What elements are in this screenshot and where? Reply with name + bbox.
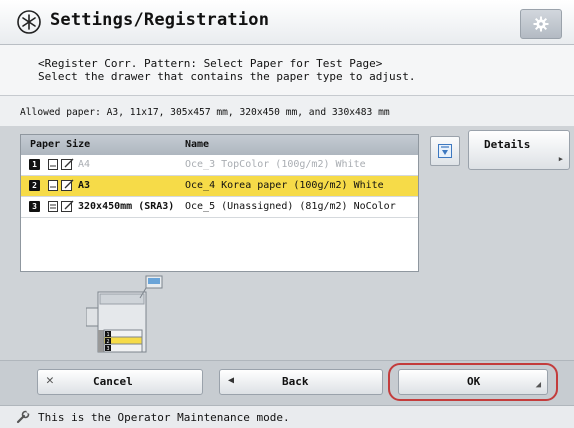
details-button[interactable]: Details ▶ [468, 130, 570, 170]
printer-drawer-label: 3 [106, 346, 109, 352]
printer-drawer-label: 2 [106, 339, 109, 345]
chevron-right-icon: ▶ [558, 155, 563, 163]
printer-illustration: 1 2 3 [86, 275, 163, 353]
title-bar: Settings/Registration [0, 0, 574, 45]
drawer-row-1[interactable]: 1 A4 Oce_3 TopColor (100g/m2) White [21, 155, 418, 176]
instruction-line-1: <Register Corr. Pattern: Select Paper fo… [38, 57, 383, 70]
gear-icon [533, 16, 549, 32]
settings-app-icon [17, 10, 41, 34]
cancel-button[interactable]: ✕ Cancel [37, 369, 203, 395]
paper-size: A3 [78, 180, 91, 191]
allowed-paper-text: Allowed paper: A3, 11x17, 305x457 mm, 32… [20, 107, 390, 118]
paper-name: Oce_3 TopColor (100g/m2) White [185, 159, 366, 170]
paper-stack-icon [48, 201, 58, 212]
wrench-icon [16, 410, 30, 424]
status-bar: This is the Operator Maintenance mode. [0, 405, 574, 428]
allowed-paper-info: Allowed paper: A3, 11x17, 305x457 mm, 32… [0, 96, 574, 126]
settings-gear-button[interactable] [520, 9, 562, 39]
paper-stack-icon [48, 180, 58, 191]
instruction-line-2: Select the drawer that contains the pape… [38, 70, 416, 83]
cancel-label: Cancel [93, 375, 133, 388]
ok-label: OK [467, 375, 481, 388]
back-button[interactable]: ◀ Back [219, 369, 383, 395]
cancel-x-icon: ✕ [46, 373, 54, 388]
printer-drawer-label: 1 [106, 332, 109, 338]
drawer-row-3[interactable]: 3 320x450mm (SRA3) Oce_5 (Unassigned) (8… [21, 197, 418, 218]
back-label: Back [282, 375, 309, 388]
paper-name: Oce_5 (Unassigned) (81g/m2) NoColor [185, 201, 396, 212]
drawer-row-2[interactable]: 2 A3 Oce_4 Korea paper (100g/m2) White [21, 176, 418, 197]
edit-paper-icon [61, 158, 74, 170]
back-arrow-icon: ◀ [228, 375, 235, 386]
drawer-number-badge: 1 [29, 159, 40, 170]
status-message: This is the Operator Maintenance mode. [38, 411, 290, 424]
paper-stack-icon [48, 159, 58, 170]
ok-button[interactable]: OK ◢ [398, 369, 548, 395]
details-label: Details [484, 138, 531, 151]
list-header: Paper Size Name [21, 135, 418, 155]
paper-size: A4 [78, 159, 91, 170]
drawer-number-badge: 3 [29, 201, 40, 212]
drawer-number-badge: 2 [29, 180, 40, 191]
enter-corner-icon: ◢ [535, 380, 541, 390]
page-title: Settings/Registration [50, 10, 270, 30]
scroll-down-icon [438, 144, 452, 158]
paper-drawer-list: Paper Size Name 1 A4 Oce_3 TopColor (100… [20, 134, 419, 272]
paper-name: Oce_4 Korea paper (100g/m2) White [185, 180, 384, 191]
column-paper-size: Paper Size [30, 139, 91, 150]
edit-paper-icon [61, 200, 74, 212]
edit-paper-icon [61, 179, 74, 191]
column-name: Name [185, 139, 210, 150]
instructions-panel: <Register Corr. Pattern: Select Paper fo… [0, 45, 574, 96]
scroll-down-button[interactable] [430, 136, 460, 166]
paper-size: 320x450mm (SRA3) [78, 201, 175, 212]
